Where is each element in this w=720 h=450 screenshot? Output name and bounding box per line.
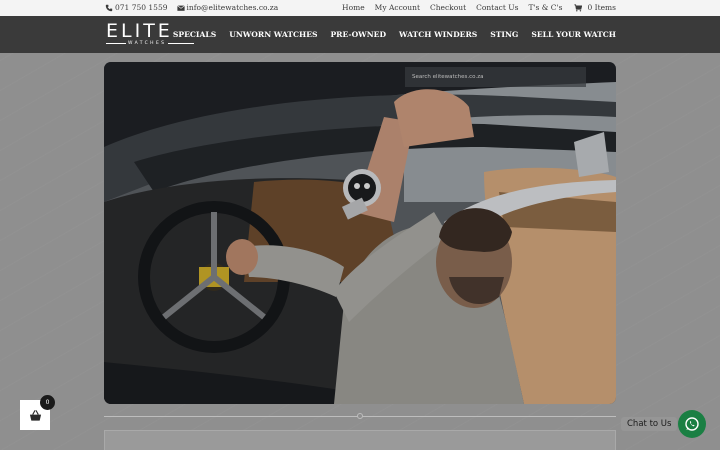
nav-item-unworn-watches[interactable]: UNWORN WATCHES bbox=[229, 30, 317, 39]
chat-label[interactable]: Chat to Us bbox=[621, 417, 678, 431]
email-address: info@elitewatches.co.za bbox=[186, 3, 279, 12]
top-bar: 071 750 1559 info@elitewatches.co.za Hom… bbox=[0, 0, 720, 16]
top-link-home[interactable]: Home bbox=[342, 3, 365, 12]
top-link-contact-us[interactable]: Contact Us bbox=[476, 3, 518, 12]
top-links: Home My Account Checkout Contact Us T's … bbox=[342, 3, 616, 12]
nav-item-pre-owned[interactable]: PRE-OWNED bbox=[330, 30, 386, 39]
shopping-cart-icon bbox=[574, 3, 583, 12]
nav-item-sell-your-watch[interactable]: SELL YOUR WATCH bbox=[531, 30, 616, 39]
whatsapp-chat-button[interactable] bbox=[678, 410, 706, 438]
phone-number: 071 750 1559 bbox=[115, 3, 168, 12]
nav-item-watch-winders[interactable]: WATCH WINDERS bbox=[399, 30, 477, 39]
top-link-terms[interactable]: T's & C's bbox=[528, 3, 562, 12]
nav-item-specials[interactable]: SPECIALS bbox=[173, 30, 216, 39]
top-link-my-account[interactable]: My Account bbox=[375, 3, 420, 12]
main-nav: SPECIALS UNWORN WATCHES PRE-OWNED WATCH … bbox=[173, 30, 616, 39]
top-cart-label: 0 Items bbox=[587, 3, 616, 12]
content-box bbox=[104, 430, 616, 450]
logo-subtitle: WATCHES bbox=[128, 41, 167, 46]
cart-count-badge: 0 bbox=[40, 395, 55, 410]
logo-rule-right bbox=[168, 43, 194, 44]
phone-link[interactable]: 071 750 1559 bbox=[105, 3, 168, 12]
main-header: ELITE WATCHES SPECIALS UNWORN WATCHES PR… bbox=[0, 16, 720, 53]
hero-image bbox=[104, 62, 616, 404]
email-link[interactable]: info@elitewatches.co.za bbox=[176, 3, 279, 12]
contact-info: 071 750 1559 info@elitewatches.co.za bbox=[105, 3, 278, 12]
envelope-icon bbox=[176, 4, 185, 12]
basket-icon bbox=[29, 409, 41, 421]
nav-item-sting[interactable]: STING bbox=[490, 30, 518, 39]
hero-photo-man-in-car bbox=[104, 62, 616, 404]
logo-rule-left bbox=[106, 43, 126, 44]
divider-dot bbox=[357, 413, 363, 419]
search-input[interactable] bbox=[405, 67, 586, 87]
whatsapp-icon bbox=[685, 417, 699, 431]
top-link-checkout[interactable]: Checkout bbox=[430, 3, 466, 12]
phone-icon bbox=[105, 4, 113, 12]
top-cart-link[interactable]: 0 Items bbox=[574, 3, 616, 12]
